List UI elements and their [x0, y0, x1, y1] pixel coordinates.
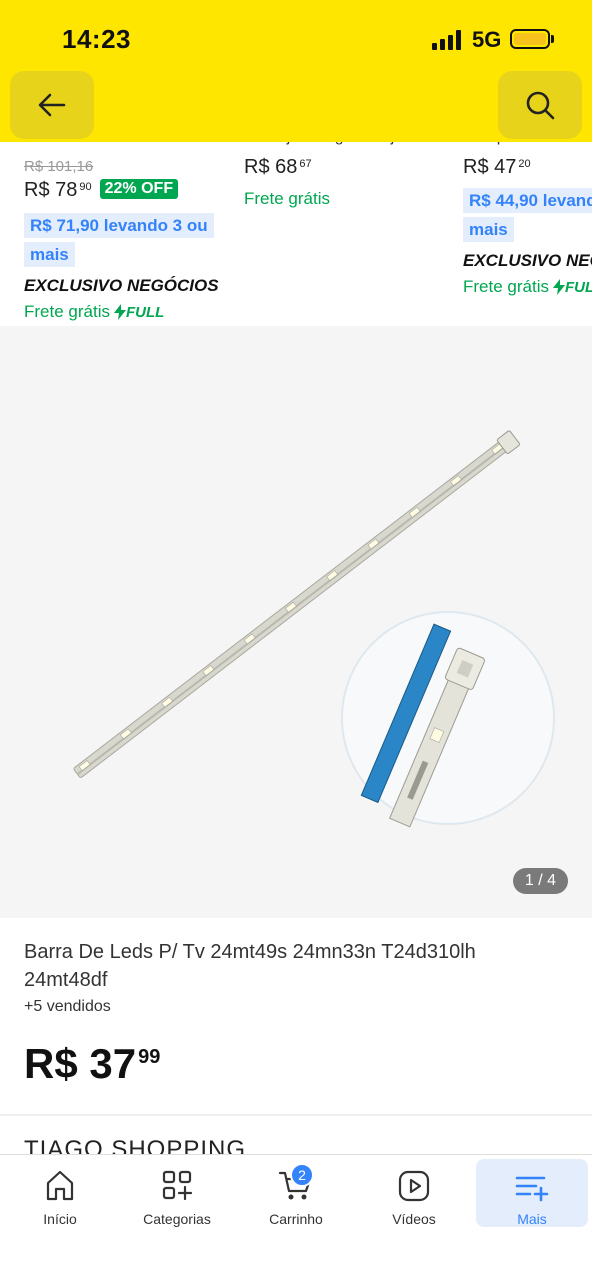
discount-badge: 22% OFF: [99, 179, 179, 199]
free-shipping: Frete grátis FULL: [24, 302, 234, 322]
full-badge: FULL: [552, 278, 592, 296]
tab-videos[interactable]: Vídeos: [358, 1159, 470, 1227]
search-icon: [526, 91, 555, 120]
menu-plus-icon: [515, 1176, 549, 1202]
free-shipping: Frete grátis FULL: [463, 277, 592, 297]
product-price: R$ 37 99: [24, 1040, 160, 1088]
detail-zoom: [341, 611, 555, 828]
card-price-int: R$ 78: [24, 179, 78, 201]
card-price-int: R$ 68: [244, 156, 298, 178]
arrow-left-icon: [38, 93, 66, 117]
volume-promo: R$ 71,90 levando 3 ou mais: [24, 213, 214, 267]
tab-label: Categorias: [143, 1211, 211, 1227]
network-label: 5G: [472, 27, 502, 52]
full-badge: FULL: [113, 303, 165, 321]
card-price-cents: 20: [518, 158, 531, 170]
exclusive-label: EXCLUSIVO NEGÓCIOS: [24, 276, 219, 295]
divider: [0, 1114, 592, 1116]
price-cents: 99: [138, 1046, 161, 1068]
tab-label: Início: [43, 1211, 77, 1227]
play-icon: [398, 1170, 430, 1202]
battery-tip: [551, 35, 554, 43]
tab-label: Carrinho: [269, 1211, 323, 1227]
exclusive-label: EXCLUSIVO NEGÓCIOS: [463, 251, 592, 270]
signal-icon: [432, 30, 461, 50]
full-label: FULL: [125, 303, 165, 321]
lightning-icon: [552, 279, 565, 295]
cart-badge: 2: [290, 1163, 314, 1187]
volume-promo: R$ 44,90 levando 3 ou mais: [463, 188, 592, 242]
full-label: FULL: [564, 278, 592, 296]
related-products-carousel[interactable]: Com 42lb5500 42lb580... R$ 101,16 R$ 78 …: [0, 120, 592, 325]
tab-label: Vídeos: [392, 1211, 436, 1227]
card-price-cents: 67: [299, 158, 312, 170]
tab-inicio[interactable]: Início: [4, 1159, 116, 1227]
card-price: R$ 47 20: [463, 156, 592, 179]
product-title: Barra De Leds P/ Tv 24mt49s 24mn33n T24d…: [24, 941, 476, 991]
status-time: 14:23: [62, 24, 131, 54]
tab-carrinho[interactable]: Carrinho 2: [240, 1159, 352, 1227]
sold-count: +5 vendidos: [24, 998, 111, 1015]
image-counter: 1 / 4: [512, 868, 568, 894]
home-icon: [46, 1170, 74, 1201]
tab-categorias[interactable]: Categorias: [121, 1159, 233, 1227]
price-int: R$ 37: [24, 1040, 137, 1087]
search-button[interactable]: [498, 71, 582, 139]
back-button[interactable]: [10, 71, 94, 139]
shipping-label: Frete grátis: [24, 302, 110, 321]
grid-icon: [162, 1170, 193, 1201]
top-header: 14:23 5G: [0, 0, 592, 142]
product-card[interactable]: Compatível Com R$ 47 20 R$ 44,90 levando…: [463, 120, 592, 297]
card-price: R$ 68 67: [244, 156, 454, 179]
shipping-label: Frete grátis: [244, 189, 330, 208]
card-price: R$ 78 90 22% OFF: [24, 179, 234, 202]
card-price-int: R$ 47: [463, 156, 517, 178]
product-image: [73, 430, 555, 828]
bottom-tab-bar: Início Categorias Carrinho 2 Vídeos Mais: [0, 1154, 592, 1280]
product-image-gallery[interactable]: 1 / 4: [0, 326, 592, 918]
shipping-label: Frete grátis: [463, 277, 549, 296]
tab-label: Mais: [517, 1211, 547, 1227]
tab-mais[interactable]: Mais: [476, 1159, 588, 1227]
card-price-cents: 90: [79, 181, 92, 193]
product-card[interactable]: Com 42lb5500 42lb580... R$ 101,16 R$ 78 …: [24, 120, 234, 322]
lightning-icon: [113, 304, 126, 320]
battery-icon: [510, 29, 550, 49]
card-old-price: R$ 101,16: [24, 158, 94, 175]
free-shipping: Frete grátis: [244, 189, 454, 209]
